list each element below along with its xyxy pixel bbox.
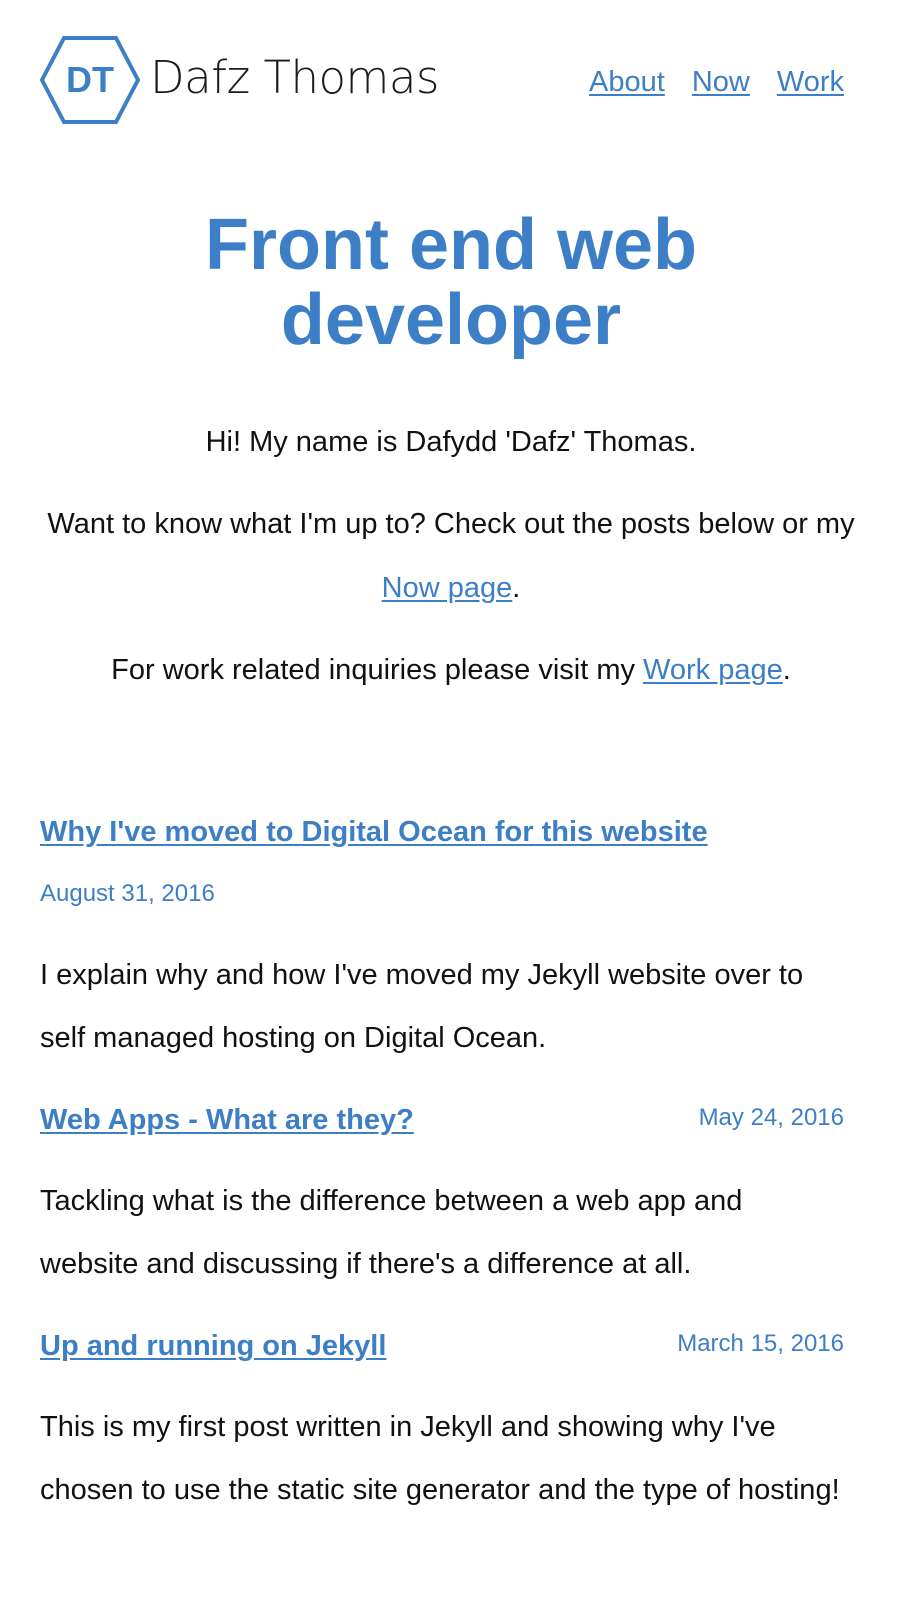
post-header: Why I've moved to Digital Ocean for this… [40,800,844,864]
hero-title: Front end web developer [40,208,862,358]
nav-link-about[interactable]: About [589,66,665,99]
site-header: DT Dafz Thomas About Now Work [40,36,844,126]
now-page-link[interactable]: Now page [382,572,513,604]
logo-initials: DT [66,59,114,100]
posts-list: Why I've moved to Digital Ocean for this… [40,800,844,1540]
post-header: Up and running on Jekyll March 15, 2016 [40,1314,844,1378]
post-header: Web Apps - What are they? May 24, 2016 [40,1088,844,1152]
post-date: August 31, 2016 [40,880,215,907]
intro-posts-text: Want to know what I'm up to? Check out t… [47,508,855,540]
intro-section: Hi! My name is Dafydd 'Dafz' Thomas. Wan… [40,410,862,720]
main-nav: About Now Work [589,66,844,99]
intro-greeting: Hi! My name is Dafydd 'Dafz' Thomas. [205,426,697,458]
intro-posts-end: . [512,572,521,604]
site-logo-link[interactable]: DT Dafz Thomas [40,36,439,124]
hexagon-logo-icon: DT [40,36,140,124]
post-title-link[interactable]: Up and running on Jekyll [40,1314,386,1378]
post-excerpt: This is my first post written in Jekyll … [40,1411,840,1506]
intro-work-text: For work related inquiries please visit … [111,654,644,686]
nav-link-work[interactable]: Work [777,66,844,99]
intro-posts-paragraph: Want to know what I'm up to? Check out t… [40,492,862,620]
post-title-link[interactable]: Why I've moved to Digital Ocean for this… [40,800,708,864]
hero-title-line-2: developer [280,280,622,360]
post-item: Up and running on Jekyll March 15, 2016 … [40,1314,844,1522]
post-item: Why I've moved to Digital Ocean for this… [40,800,844,1070]
intro-work-paragraph: For work related inquiries please visit … [40,638,862,702]
post-excerpt: Tackling what is the difference between … [40,1185,743,1280]
post-item: Web Apps - What are they? May 24, 2016 T… [40,1088,844,1296]
intro-work-end: . [782,654,791,686]
hero-title-line-1: Front end web [205,205,697,285]
site-name: Dafz Thomas [150,50,439,104]
post-date: March 15, 2016 [677,1330,844,1357]
post-excerpt: I explain why and how I've moved my Jeky… [40,959,804,1054]
nav-link-now[interactable]: Now [692,66,750,99]
post-date: May 24, 2016 [698,1104,844,1131]
post-title-link[interactable]: Web Apps - What are they? [40,1088,414,1152]
work-page-link[interactable]: Work page [643,654,783,686]
